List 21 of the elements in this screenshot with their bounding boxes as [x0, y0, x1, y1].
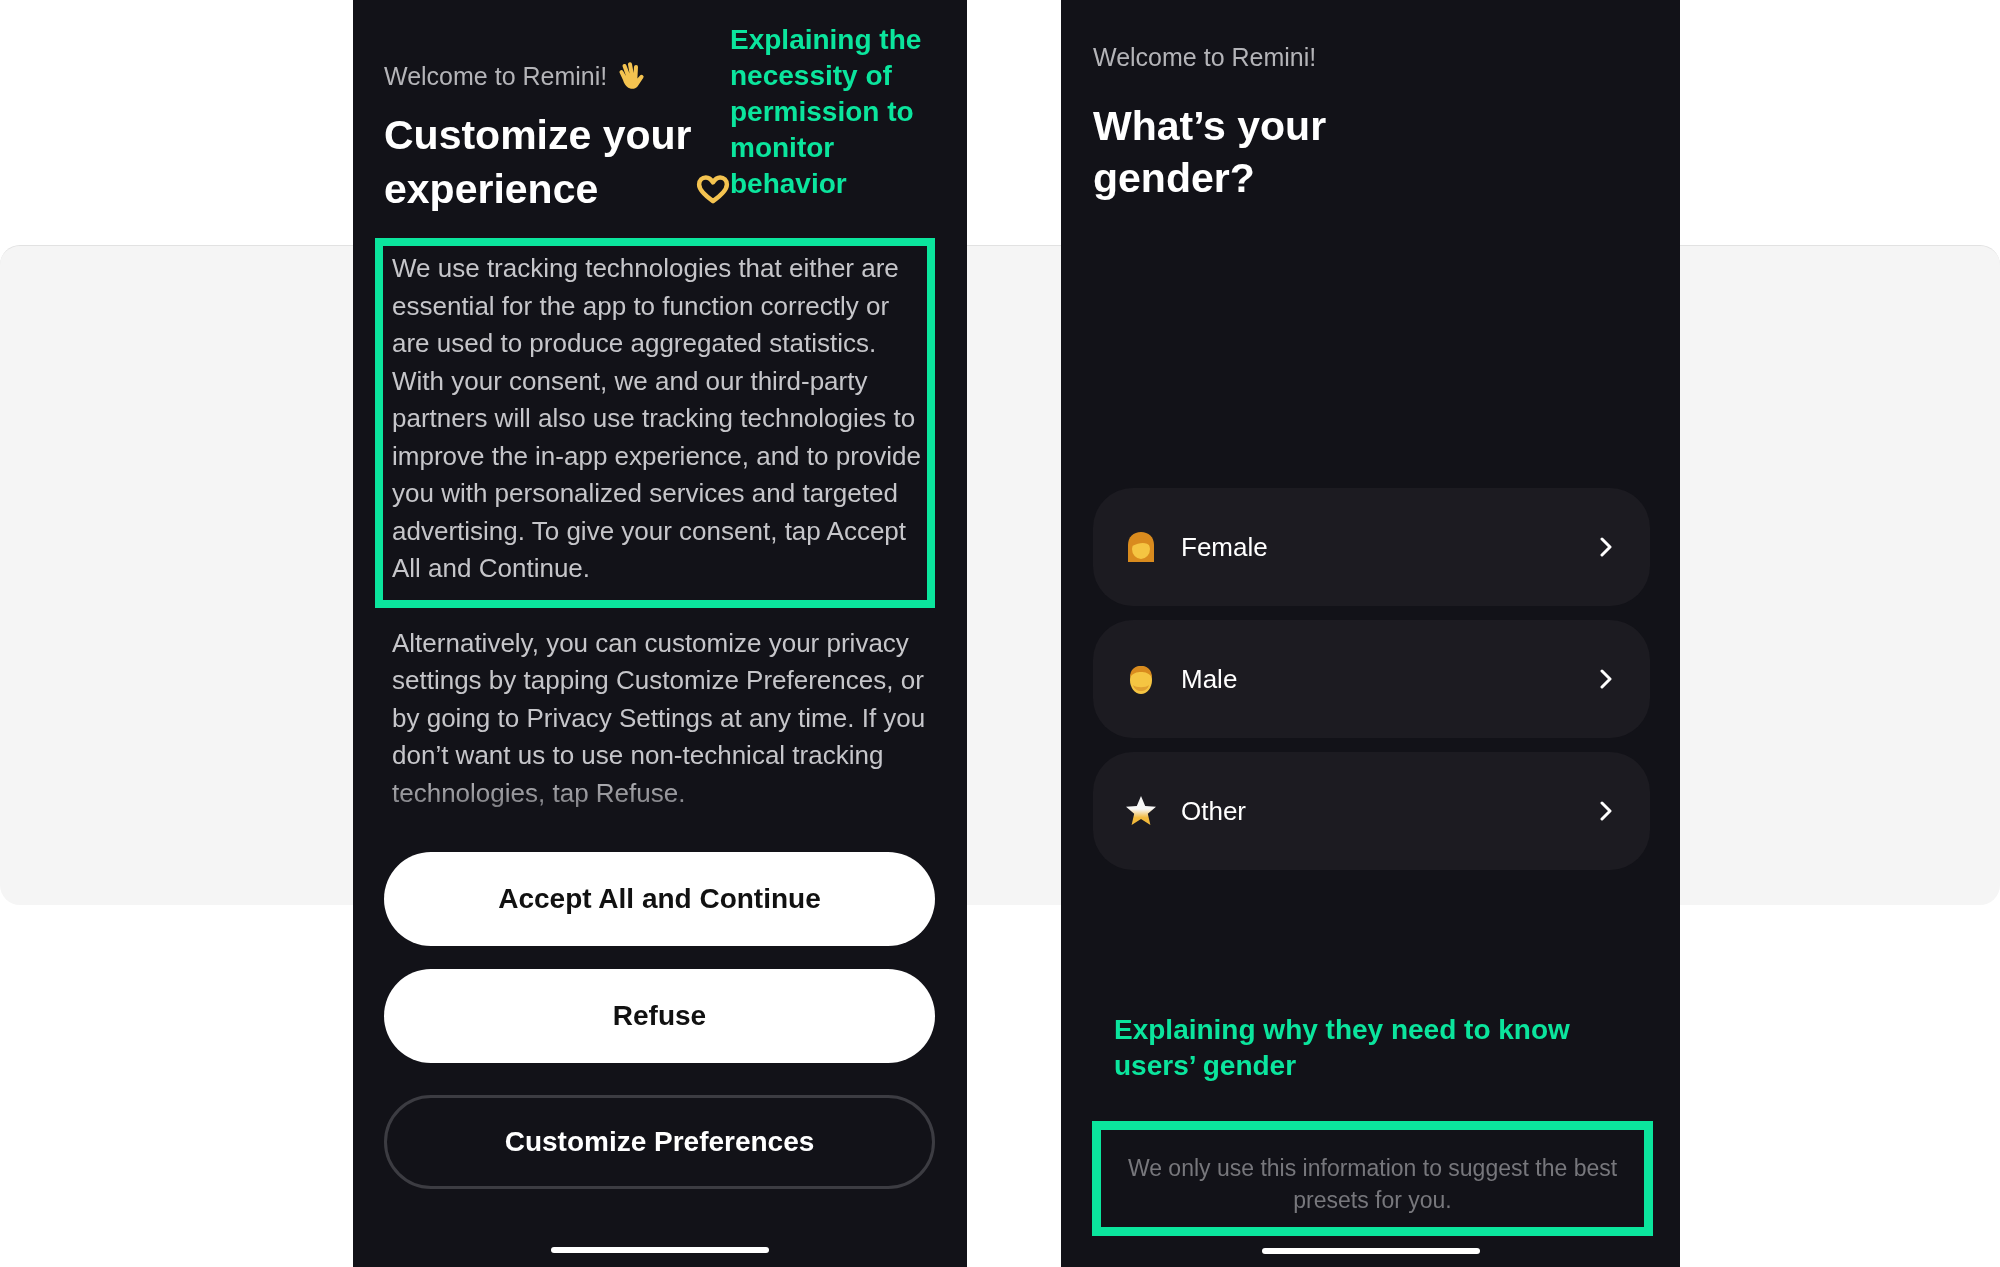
chevron-right-icon — [1600, 537, 1612, 557]
screen-title: Customize your experience — [384, 111, 693, 214]
chevron-right-icon — [1600, 801, 1612, 821]
annotation-text: Explaining why they need to know users’ gender — [1114, 1013, 1571, 1083]
outline-button[interactable]: Customize Preferences — [384, 1095, 935, 1189]
gender-option[interactable]: Other — [1093, 752, 1650, 870]
consent-paragraph: We use tracking technologies that either are essential for the app to function correctly or are used to produce aggregated statistics. With your consent, we and our third-party partners will also use tracking technologies to improve the in-app experience, and to provide you with personalized services and targeted advertising. To give your consent, tap Accept All and Continue. — [392, 252, 922, 585]
woman-icon — [1125, 531, 1157, 563]
greeting-text: Welcome to Remini! — [1093, 42, 1317, 73]
heart-hands-icon — [696, 175, 730, 204]
chevron-right-icon — [1600, 669, 1612, 689]
pill-button[interactable]: Accept All and Continue — [384, 852, 935, 946]
gender-option[interactable]: Male — [1093, 620, 1650, 738]
annotation-text: Explaining the necessity of permission to monitor behavior — [730, 23, 923, 201]
greeting-text: Welcome to Remini! — [384, 61, 608, 92]
consent-paragraph: Alternatively, you can customize your privacy settings by tapping Customize Preferences, or by going to Privacy Settings at any time. If you don’t want us to use non-technical tracking technologies, tap Refuse. — [392, 626, 927, 810]
screen-title: What’s your gender? — [1093, 103, 1327, 201]
gender-option[interactable]: Female — [1093, 488, 1650, 606]
star-icon — [1125, 795, 1157, 827]
note-text: We only use this information to suggest the best presets for you. — [1126, 1154, 1619, 1215]
pill-button[interactable]: Refuse — [384, 969, 935, 1063]
